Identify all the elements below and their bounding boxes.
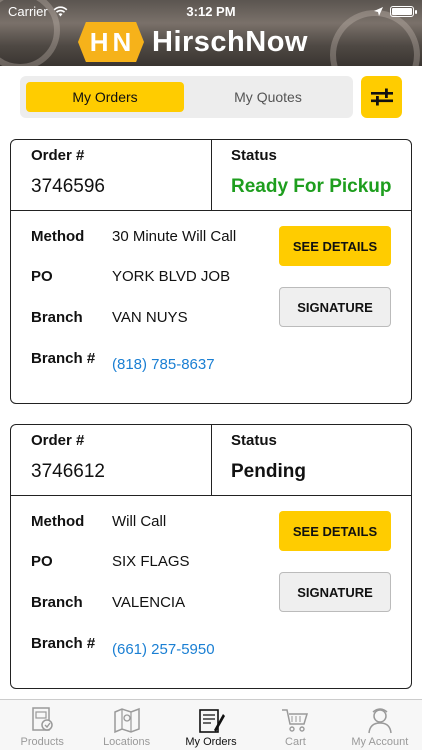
- status-label: Status: [231, 147, 277, 164]
- tab-label: My Orders: [185, 736, 237, 748]
- hirschnow-logo: H N HirschNow: [78, 22, 308, 62]
- po-value: YORK BLVD JOB: [112, 268, 231, 285]
- method-label: Method: [31, 513, 85, 530]
- products-icon: [32, 707, 53, 731]
- orders-quotes-segmented-control: My Orders My Quotes: [20, 76, 353, 118]
- tab-label: Products: [20, 736, 64, 748]
- branch-phone-link[interactable]: (818) 785-8637: [112, 356, 215, 373]
- tab-my-orders[interactable]: My Orders: [26, 82, 184, 112]
- tab-my-orders-nav[interactable]: My Orders: [169, 700, 253, 750]
- tab-locations[interactable]: Locations: [84, 700, 168, 750]
- battery-icon: [390, 5, 417, 17]
- status-bar: Carrier 3:12 PM: [0, 0, 422, 22]
- branch-label: Branch: [31, 594, 83, 611]
- app-header: Carrier 3:12 PM H N HirschNow: [0, 0, 422, 66]
- order-number: 3746612: [31, 461, 105, 482]
- order-card: Order # 3746612 Status Pending Method Wi…: [10, 424, 412, 689]
- method-value: 30 Minute Will Call: [112, 228, 237, 245]
- tab-cart[interactable]: Cart: [253, 700, 337, 750]
- signature-button[interactable]: SIGNATURE: [279, 572, 391, 612]
- filter-button[interactable]: [361, 76, 402, 118]
- tab-label: Cart: [285, 736, 306, 748]
- method-label: Method: [31, 228, 85, 245]
- branch-phone-link[interactable]: (661) 257-5950: [112, 641, 215, 658]
- order-status: Pending: [231, 461, 306, 482]
- order-number-label: Order #: [31, 432, 85, 449]
- carrier-label: Carrier: [8, 3, 48, 19]
- wifi-icon: [53, 5, 68, 16]
- po-value: SIX FLAGS: [112, 553, 190, 570]
- order-number: 3746596: [31, 176, 105, 197]
- map-icon: [113, 707, 140, 734]
- see-details-button[interactable]: SEE DETAILS: [279, 511, 391, 551]
- method-value: Will Call: [112, 513, 167, 530]
- branch-value: VAN NUYS: [112, 309, 188, 326]
- bottom-tab-bar: Products Locations My Orders Cart My Acc…: [0, 699, 422, 750]
- branch-number-label: Branch #: [31, 635, 96, 652]
- tab-my-account[interactable]: My Account: [338, 700, 422, 750]
- po-label: PO: [31, 553, 53, 570]
- tab-label: My Account: [351, 736, 409, 748]
- logo-mark: H N: [78, 22, 144, 62]
- signature-button[interactable]: SIGNATURE: [279, 287, 391, 327]
- cart-icon: [282, 709, 309, 732]
- tab-my-quotes[interactable]: My Quotes: [190, 82, 346, 112]
- clock: 3:12 PM: [186, 3, 236, 19]
- branch-value: VALENCIA: [112, 594, 186, 611]
- order-number-label: Order #: [31, 147, 85, 164]
- see-details-button[interactable]: SEE DETAILS: [279, 226, 391, 266]
- account-icon: [368, 708, 392, 734]
- status-label: Status: [231, 432, 277, 449]
- tab-products[interactable]: Products: [0, 700, 84, 750]
- order-card: Order # 3746596 Status Ready For Pickup …: [10, 139, 412, 404]
- branch-number-label: Branch #: [31, 350, 96, 367]
- filter-sliders-icon: [370, 88, 393, 106]
- branch-label: Branch: [31, 309, 83, 326]
- location-arrow-icon: [374, 6, 383, 16]
- tab-label: Locations: [103, 736, 151, 748]
- order-status: Ready For Pickup: [231, 176, 392, 197]
- brand-name: HirschNow: [152, 25, 308, 58]
- po-label: PO: [31, 268, 53, 285]
- orders-icon: [199, 709, 226, 733]
